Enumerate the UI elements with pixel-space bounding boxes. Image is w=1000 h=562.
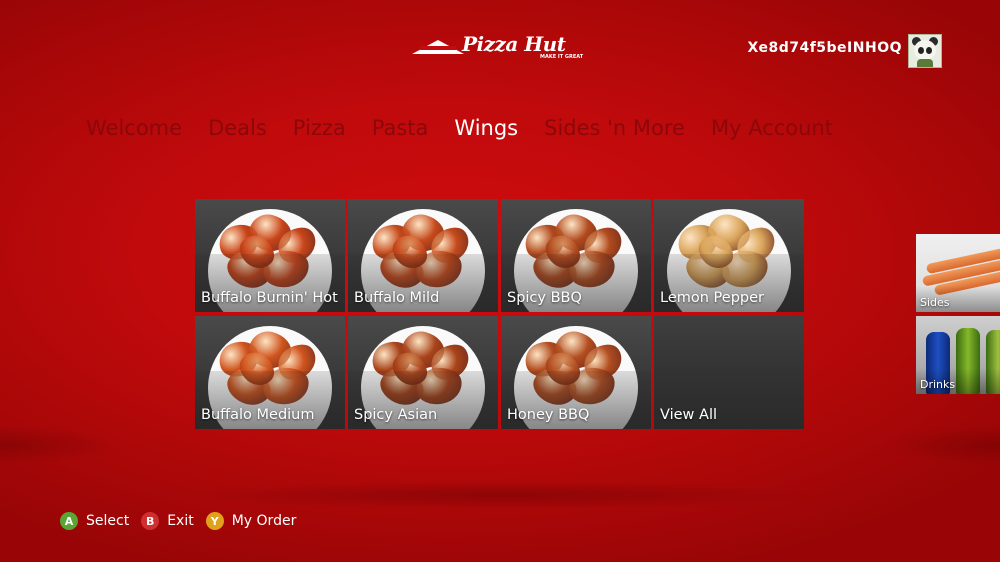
panda-avatar-icon[interactable]: [908, 34, 942, 68]
roof-icon: [412, 40, 464, 54]
tile-label: Buffalo Medium: [201, 407, 315, 423]
wing-tile[interactable]: Buffalo Burnin' Hot: [195, 199, 345, 312]
nav-item-pasta[interactable]: Pasta: [372, 116, 429, 140]
my-order-hint[interactable]: Y My Order: [205, 512, 297, 530]
wing-tile[interactable]: Lemon Pepper: [654, 199, 804, 312]
drinks-preview-label: Drinks: [920, 378, 956, 391]
hint-label: Exit: [167, 513, 194, 529]
exit-hint[interactable]: B Exit: [141, 512, 194, 530]
sides-preview-label: Sides: [920, 296, 950, 309]
nav-item-sides[interactable]: Sides 'n More: [544, 116, 685, 140]
wing-tile[interactable]: Buffalo Mild: [348, 199, 498, 312]
wing-tile[interactable]: Spicy Asian: [348, 316, 498, 429]
tile-label: Lemon Pepper: [660, 290, 764, 306]
floor-shadow: [180, 480, 820, 510]
tile-label: Buffalo Burnin' Hot: [201, 290, 338, 306]
nav-item-welcome[interactable]: Welcome: [86, 116, 182, 140]
controller-hints: A Select B Exit Y My Order: [60, 512, 308, 530]
tile-label: View All: [660, 407, 717, 423]
select-hint[interactable]: A Select: [60, 512, 129, 530]
pizza-hut-logo: Pizza Hut MAKE IT GREAT: [412, 32, 590, 66]
floor-shadow-right: [880, 425, 1000, 465]
y-button-icon: Y: [205, 512, 224, 530]
logo-text: Pizza Hut: [462, 32, 566, 56]
nav-item-pizza[interactable]: Pizza: [293, 116, 346, 140]
view-all-tile[interactable]: View All: [654, 316, 804, 429]
wing-tile[interactable]: Spicy BBQ: [501, 199, 651, 312]
app-screen: Pizza Hut MAKE IT GREAT Xe8d74f5beINHOQ …: [0, 0, 1000, 562]
wings-grid: Buffalo Burnin' Hot Buffalo Mild Spicy B…: [195, 199, 804, 429]
drinks-preview-tile[interactable]: Drinks: [916, 316, 1000, 394]
wing-tile[interactable]: Buffalo Medium: [195, 316, 345, 429]
nav-item-my-account[interactable]: My Account: [711, 116, 833, 140]
nav-item-wings[interactable]: Wings: [454, 116, 518, 140]
logo-tagline: MAKE IT GREAT: [540, 54, 584, 60]
hint-label: Select: [86, 513, 130, 529]
nav-item-deals[interactable]: Deals: [208, 116, 267, 140]
tile-label: Honey BBQ: [507, 407, 590, 423]
category-nav: Welcome Deals Pizza Pasta Wings Sides 'n…: [86, 116, 859, 140]
b-button-icon: B: [141, 512, 160, 530]
tile-label: Buffalo Mild: [354, 290, 440, 306]
tile-label: Spicy Asian: [354, 407, 438, 423]
hint-label: My Order: [231, 513, 297, 529]
gamertag: Xe8d74f5beINHOQ: [747, 40, 902, 56]
floor-shadow-left: [0, 425, 120, 465]
wing-tile[interactable]: Honey BBQ: [501, 316, 651, 429]
sides-preview-tile[interactable]: Sides: [916, 234, 1000, 312]
tile-label: Spicy BBQ: [507, 290, 582, 306]
a-button-icon: A: [60, 512, 78, 530]
